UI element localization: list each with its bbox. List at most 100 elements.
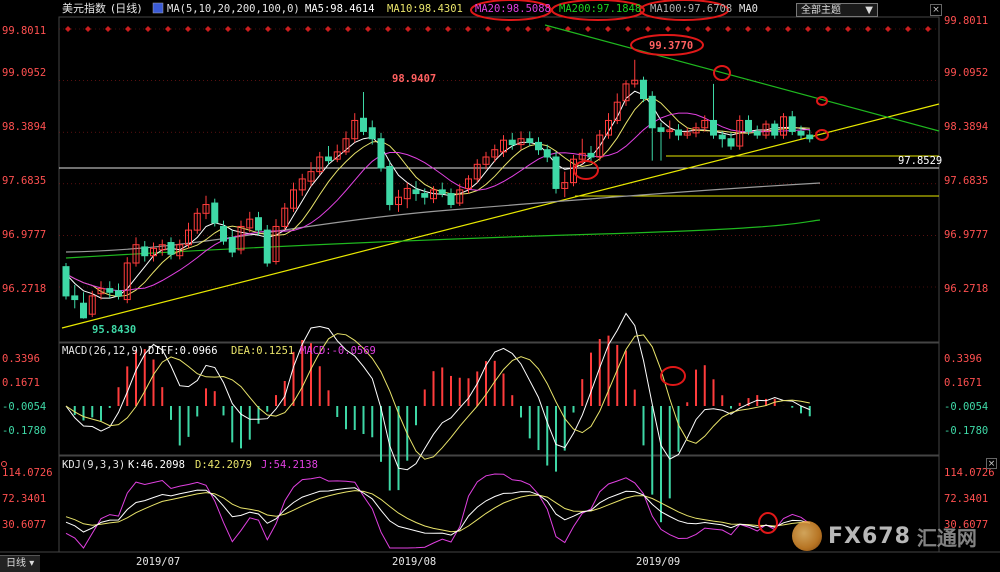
- candle-body: [543, 149, 551, 158]
- top-marker-icon: [525, 26, 531, 32]
- macd-panel-frame: [58, 342, 940, 456]
- macd-tick-0: 0.3396: [2, 353, 40, 365]
- kdj-tick-0: 114.0726: [2, 467, 53, 479]
- top-marker-icon: [325, 26, 331, 32]
- price-tick-3: 97.6835: [2, 175, 46, 187]
- price-tick-r3: 97.6835: [944, 175, 988, 187]
- fx678-logo-icon: [792, 521, 822, 551]
- candle-body: [167, 242, 175, 255]
- kdj-title: KDJ(9,3,3): [62, 459, 125, 471]
- top-marker-icon: [845, 26, 851, 32]
- candle-body: [718, 134, 726, 140]
- top-marker-icon: [365, 26, 371, 32]
- kdj-d: D:42.2079: [195, 459, 252, 471]
- candle-body: [727, 138, 735, 147]
- price-tick-0: 99.8011: [2, 25, 46, 37]
- candle-body: [648, 95, 656, 129]
- macd-tick-r0: 0.3396: [944, 353, 982, 365]
- tab-daily[interactable]: 日线 ▾: [0, 555, 41, 572]
- kdj-tick-1: 72.3401: [2, 493, 46, 505]
- macd-tick-1: 0.1671: [2, 377, 40, 389]
- kdj-tick-2: 30.6077: [2, 519, 46, 531]
- candle-body: [377, 138, 385, 169]
- highlight-circles: [470, 0, 829, 534]
- trendlines: [59, 24, 940, 329]
- highlight-circle-8: [660, 366, 686, 386]
- kdj-close-icon[interactable]: ×: [986, 458, 997, 469]
- highlight-circle-9: [758, 512, 778, 534]
- kdj-k: K:46.2098: [128, 459, 185, 471]
- ma0-value: MA0: [739, 3, 758, 15]
- macd-title: MACD(26,12,9): [62, 345, 144, 357]
- top-marker-icon: [465, 26, 471, 32]
- top-marker-icon: [145, 26, 151, 32]
- top-marker-icon: [505, 26, 511, 32]
- watermark: FX678 汇通网: [792, 519, 977, 553]
- theme-dropdown[interactable]: 全部主题 ▼: [796, 3, 878, 17]
- top-marker-icon: [85, 26, 91, 32]
- candle-body: [421, 193, 429, 198]
- candlestick-series: [62, 59, 814, 319]
- candle-body: [535, 141, 542, 151]
- candle-body: [447, 193, 455, 206]
- candle-body: [806, 134, 814, 140]
- candle-body: [526, 138, 534, 143]
- highlight-circle-7: [573, 160, 599, 180]
- candle-body: [710, 119, 717, 136]
- period-label: (日线): [111, 1, 142, 15]
- top-marker-icon: [245, 26, 251, 32]
- ma200-value: MA200:97.1848: [559, 3, 641, 15]
- ma100-value: MA100:97.6708: [650, 3, 732, 15]
- top-marker-icon: [865, 26, 871, 32]
- top-marker-icon: [345, 26, 351, 32]
- price-tick-r4: 96.9777: [944, 229, 988, 241]
- close-icon[interactable]: ×: [930, 4, 942, 16]
- price-tick-r0: 99.8011: [944, 15, 988, 27]
- candle-body: [220, 225, 227, 242]
- top-marker-icon: [225, 26, 231, 32]
- top-marker-icon: [825, 26, 831, 32]
- candle-body: [80, 302, 87, 319]
- top-marker-icon: [705, 26, 711, 32]
- top-marker-icon: [305, 26, 311, 32]
- top-marker-icon: [585, 26, 591, 32]
- price-panel-frame: [58, 16, 940, 343]
- candle-body: [62, 266, 70, 297]
- candle-body: [211, 202, 219, 224]
- top-marker-icon: [125, 26, 131, 32]
- top-marker-icon: [765, 26, 771, 32]
- date-label-aug: 2019/08: [392, 556, 436, 568]
- candle-body: [255, 217, 262, 231]
- top-marker-icon: [385, 26, 391, 32]
- ma5-line: [65, 90, 810, 299]
- kdj-j-line: [65, 473, 811, 549]
- candle-body: [412, 189, 420, 195]
- kdj-series: [65, 473, 811, 549]
- candle-body: [368, 127, 376, 140]
- ma20-value: MA20:98.5088: [475, 3, 551, 15]
- macd-tick-3: -0.1780: [2, 425, 46, 437]
- top-marker-icon: [285, 26, 291, 32]
- candle-body: [657, 127, 665, 132]
- price-tick-r5: 96.2718: [944, 283, 988, 295]
- top-marker-icon: [625, 26, 631, 32]
- top-marker-icon: [105, 26, 111, 32]
- top-marker-icon: [65, 26, 71, 32]
- candle-body: [675, 129, 682, 136]
- candle-body: [263, 229, 271, 264]
- candle-body: [745, 119, 752, 132]
- candle-body: [552, 156, 560, 189]
- macd-tick-r3: -0.1780: [944, 425, 988, 437]
- low-label: 95.8430: [92, 324, 136, 336]
- candle-body: [438, 189, 446, 195]
- candle-body: [386, 166, 394, 206]
- price-tick-1: 99.0952: [2, 67, 46, 79]
- kdj-k-line: [65, 487, 810, 536]
- settings-icon[interactable]: [152, 2, 164, 14]
- date-label-jul: 2019/07: [136, 556, 180, 568]
- kdj-j: J:54.2138: [261, 459, 318, 471]
- price-tick-2: 98.3894: [2, 121, 46, 133]
- macd-diff-line: [65, 312, 810, 471]
- watermark-cn: 汇通网: [916, 525, 977, 550]
- top-marker-icon: [645, 26, 651, 32]
